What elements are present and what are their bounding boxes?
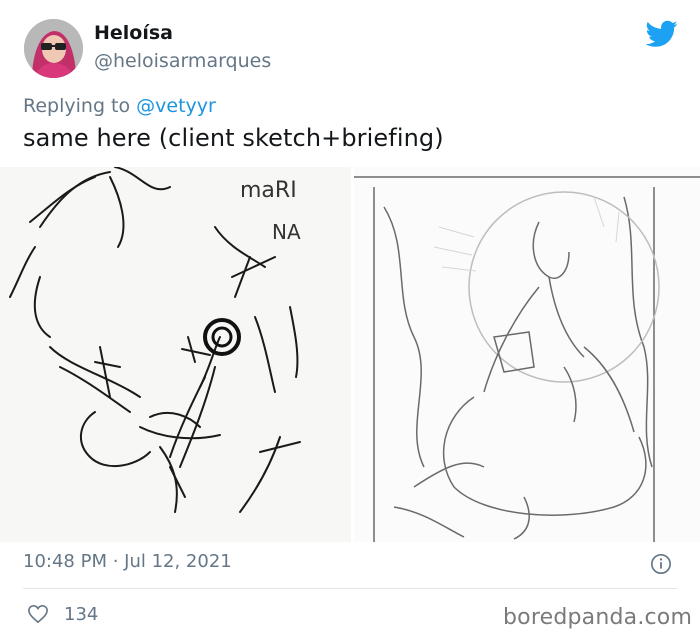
reply-prefix: Replying to bbox=[23, 95, 131, 117]
sketch-label-2: NA bbox=[272, 220, 301, 244]
footer-divider bbox=[23, 588, 677, 589]
reply-mention-link[interactable]: @vetyyr bbox=[136, 95, 216, 117]
artist-sketch-drawing bbox=[354, 176, 700, 542]
artist-sketch-image[interactable] bbox=[354, 167, 700, 542]
info-icon[interactable] bbox=[650, 553, 672, 575]
heart-icon[interactable] bbox=[27, 604, 49, 624]
like-count[interactable]: 134 bbox=[64, 604, 98, 625]
twitter-bird-icon[interactable] bbox=[646, 20, 678, 48]
client-sketch-image[interactable]: maRI NA bbox=[0, 167, 351, 542]
display-name[interactable]: Heloísa bbox=[94, 22, 173, 44]
watermark: boredpanda.com bbox=[503, 605, 693, 630]
avatar[interactable] bbox=[24, 19, 83, 78]
sketch-label-1: maRI bbox=[240, 178, 297, 203]
tweet-media[interactable]: maRI NA bbox=[0, 167, 700, 542]
replying-to: Replying to @vetyyr bbox=[23, 95, 216, 117]
tweet-text: same here (client sketch+briefing) bbox=[23, 124, 444, 152]
user-handle[interactable]: @heloisarmarques bbox=[94, 50, 271, 72]
client-sketch-drawing: maRI NA bbox=[9, 167, 301, 513]
tweet-timestamp[interactable]: 10:48 PM · Jul 12, 2021 bbox=[23, 551, 232, 572]
avatar-image bbox=[24, 19, 83, 78]
